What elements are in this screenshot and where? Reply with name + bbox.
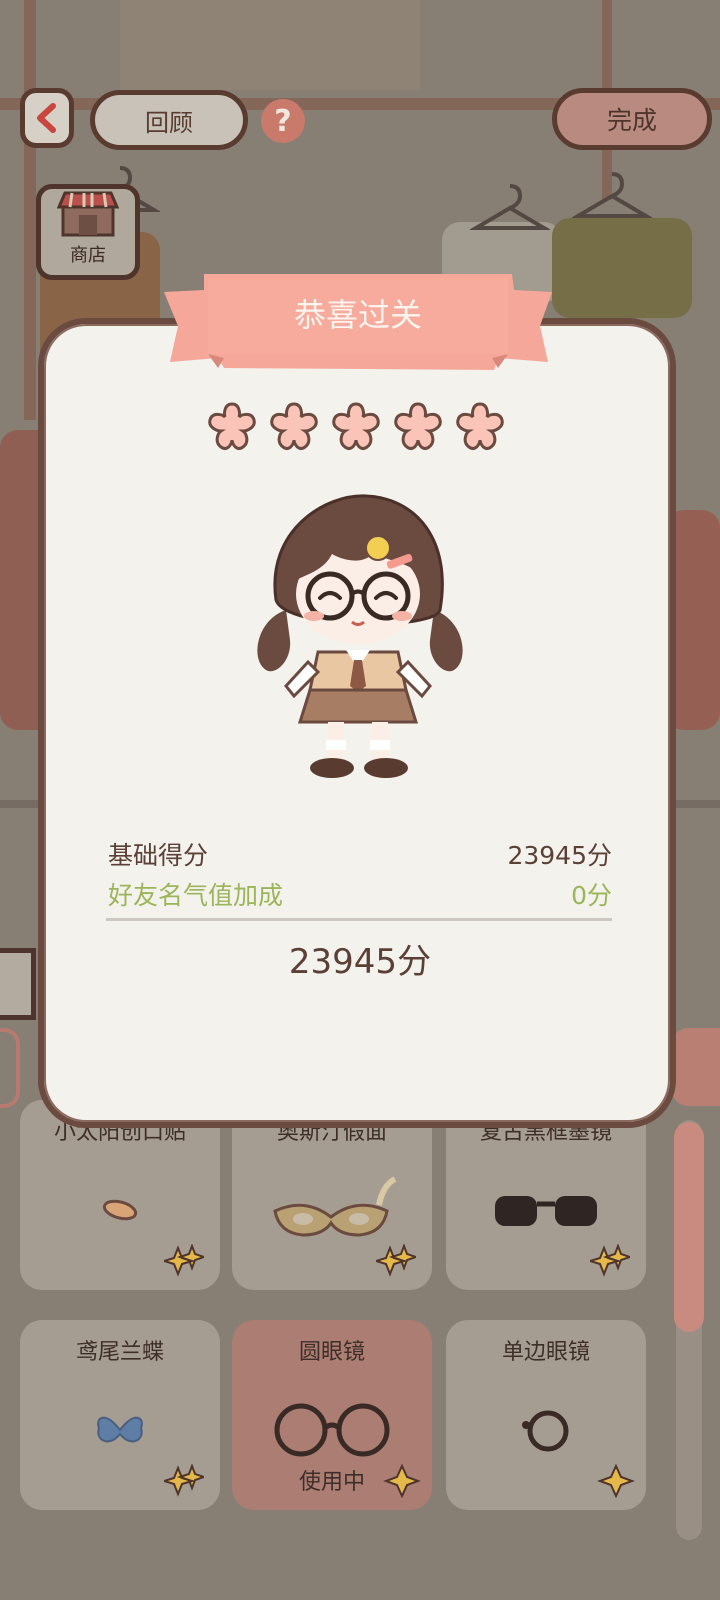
- item-name: 单边眼镜: [501, 1340, 590, 1365]
- category-tab[interactable]: [0, 948, 36, 1020]
- question-icon[interactable]: ?: [261, 99, 305, 143]
- item-name: 圆眼镜: [298, 1340, 365, 1365]
- sparkle-icon: [164, 1464, 204, 1497]
- base-score-value: 23945分: [507, 841, 612, 870]
- base-score-row: 基础得分 23945分: [108, 836, 612, 872]
- flower-star-icon: [394, 402, 442, 450]
- item-card[interactable]: 鸢尾兰蝶: [20, 1320, 220, 1510]
- dialog-title: 恭喜过关: [293, 296, 422, 334]
- back-button[interactable]: [20, 88, 74, 148]
- sparkle-icon: [597, 1464, 635, 1498]
- prev-page-tab[interactable]: [0, 1028, 20, 1108]
- question-glyph: ?: [274, 103, 292, 139]
- sparkle-icon: [164, 1244, 204, 1277]
- item-card[interactable]: 小太阳创口贴: [20, 1100, 220, 1290]
- item-card[interactable]: 单边眼镜: [446, 1320, 646, 1510]
- sparkle-icon: [376, 1244, 416, 1277]
- flower-star-icon: [456, 402, 504, 450]
- item-card-selected[interactable]: 圆眼镜 使用中: [232, 1320, 432, 1510]
- shop-button[interactable]: 商店: [36, 184, 140, 280]
- flower-star-icon: [270, 402, 318, 450]
- total-score: 23945分: [288, 942, 432, 982]
- friend-bonus-row: 好友名气值加成 0分: [108, 876, 612, 912]
- friend-bonus-value: 0分: [571, 881, 612, 910]
- base-score-label: 基础得分: [108, 841, 209, 870]
- star-rating: [206, 400, 506, 456]
- sparkle-icon: [383, 1464, 421, 1498]
- done-button-label: 完成: [606, 106, 657, 135]
- friend-bonus-label: 好友名气值加成: [108, 881, 284, 910]
- sparkle-icon: [590, 1244, 630, 1277]
- next-page-tab[interactable]: [672, 1028, 720, 1106]
- item-card[interactable]: 复古黑框墨镜: [446, 1100, 646, 1290]
- flower-star-icon: [208, 402, 256, 450]
- score-divider: [106, 918, 612, 921]
- item-card[interactable]: 奥斯汀假面: [232, 1100, 432, 1290]
- shop-icon: [57, 191, 119, 237]
- done-button[interactable]: 完成: [552, 88, 712, 150]
- review-button[interactable]: 回顾: [90, 90, 248, 150]
- scrollbar-thumb[interactable]: [674, 1122, 704, 1332]
- review-button-label: 回顾: [145, 108, 193, 137]
- dressed-character: [257, 494, 463, 778]
- item-name: 鸢尾兰蝶: [75, 1340, 164, 1365]
- shop-label: 商店: [70, 245, 106, 266]
- flower-star-icon: [332, 402, 380, 450]
- chevron-left-icon: [37, 103, 56, 133]
